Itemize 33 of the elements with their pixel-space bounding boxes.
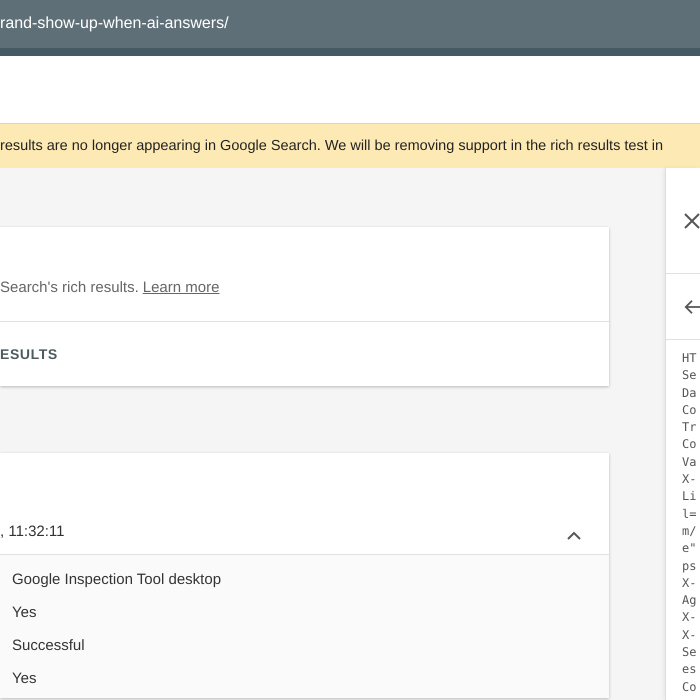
detail-value: Successful xyxy=(12,636,86,655)
response-header-line: Se xyxy=(682,367,698,384)
intro-description: Search's rich results. xyxy=(0,279,139,296)
response-header-line: Co xyxy=(682,678,698,696)
close-icon[interactable] xyxy=(684,212,700,228)
detail-value: Yes xyxy=(12,669,38,688)
response-header-line: Li xyxy=(682,488,698,506)
response-header-line: Va xyxy=(682,454,698,471)
results-button[interactable]: ESULTS xyxy=(0,322,58,386)
response-header-line: X- xyxy=(682,574,698,592)
response-header-line: Tr xyxy=(682,419,698,436)
back-arrow-icon[interactable] xyxy=(684,298,700,314)
response-header-line: ps xyxy=(682,558,698,575)
response-header-line: Co xyxy=(682,436,698,454)
chevron-up-icon[interactable] xyxy=(567,531,581,540)
crawl-timestamp: , 11:32:11 xyxy=(0,523,64,540)
response-header-line: X- xyxy=(682,609,698,626)
learn-more-link[interactable]: Learn more xyxy=(142,279,220,296)
response-header-line: Co xyxy=(682,402,698,419)
response-header-line: Ag xyxy=(682,592,698,610)
response-header-line: HT xyxy=(682,350,698,367)
response-header-line: e" xyxy=(682,540,698,558)
response-header-line: X- xyxy=(682,471,698,488)
page-url: rand-show-up-when-ai-answers/ xyxy=(0,15,229,33)
response-header-line: X- xyxy=(682,626,698,644)
response-header-line: es xyxy=(682,661,698,678)
detail-value: Google Inspection Tool desktop xyxy=(12,570,222,589)
response-header-line: Da xyxy=(682,384,698,402)
response-header-line: l= xyxy=(682,506,698,523)
response-header-line: Se xyxy=(682,644,698,662)
detail-value: Yes xyxy=(12,603,38,622)
response-header-line: m/ xyxy=(682,522,698,540)
notice-text: results are no longer appearing in Google Search. We will be removing support in the rich results test in xyxy=(0,138,664,154)
